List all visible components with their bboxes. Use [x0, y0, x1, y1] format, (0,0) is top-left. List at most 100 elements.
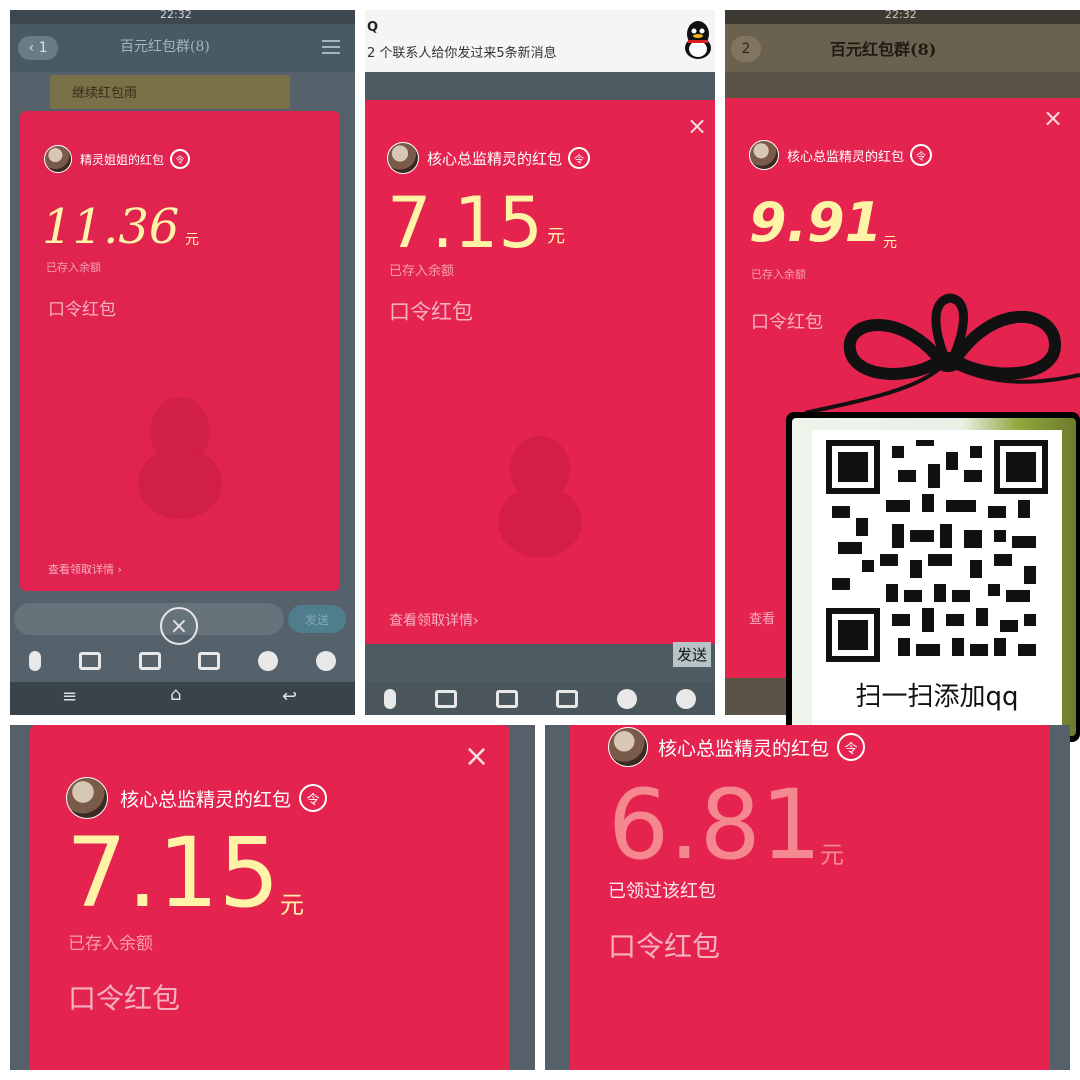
ling-icon: 令 — [837, 733, 866, 761]
status-bar: 22:32 — [10, 10, 355, 24]
close-icon[interactable]: × — [160, 607, 198, 645]
packet-type: 口令红包 — [48, 300, 116, 320]
back-button[interactable]: ‹ 1 — [18, 36, 58, 60]
sender-avatar — [749, 140, 779, 170]
chevron-right-icon: › — [473, 613, 479, 629]
chat-title: 百元红包群(8) — [830, 40, 937, 59]
camera-icon[interactable] — [138, 652, 161, 670]
red-packet-icon[interactable] — [556, 689, 579, 708]
sender-row: 核心总监精灵的红包 令 — [387, 142, 591, 174]
sender-row: 核心总监精灵的红包 令 — [608, 727, 866, 767]
qq-logo-icon — [685, 21, 711, 59]
ling-icon: 令 — [568, 147, 591, 169]
bow-icon — [805, 293, 1080, 415]
chevron-right-icon: › — [117, 563, 122, 576]
back-icon: ‹ — [28, 40, 39, 56]
close-icon[interactable]: × — [1043, 104, 1063, 132]
status-bar-time: 22:32 — [160, 10, 192, 21]
view-details-link[interactable]: 查看领取详情› — [389, 610, 479, 630]
amount-status: 已存入余额 — [389, 264, 455, 279]
amount-value: 6.81 — [608, 769, 822, 881]
plus-icon[interactable] — [316, 651, 337, 671]
ling-icon: 令 — [910, 144, 933, 166]
sender-row: 核心总监精灵的红包 令 — [749, 140, 933, 170]
unread-badge: 1 — [38, 40, 48, 56]
sender-avatar — [66, 777, 108, 819]
sender-avatar — [387, 142, 419, 174]
chat-title: 百元红包群(8) — [120, 39, 210, 55]
amount-unit: 元 — [547, 226, 565, 247]
mic-icon[interactable] — [28, 651, 41, 671]
ling-icon: 令 — [299, 784, 328, 812]
screenshot-panel-2: Q 2 个联系人给你发过来5条新消息 × 核心总监精灵的红包 令 7.15 元 … — [365, 10, 715, 715]
packet-type: 口令红包 — [608, 930, 721, 963]
amount-unit: 元 — [883, 235, 897, 251]
close-icon[interactable]: × — [464, 739, 489, 774]
packet-type: 口令红包 — [389, 300, 473, 324]
sender-name: 核心总监精灵的红包 — [787, 149, 905, 165]
image-icon[interactable] — [434, 689, 457, 708]
notification-app: Q — [367, 20, 379, 35]
amount-value: 11.36 — [42, 199, 180, 255]
status-bar: 22:32 — [725, 10, 1080, 24]
qr-code-panel: 扫一扫添加qq — [812, 430, 1062, 726]
plus-icon[interactable] — [675, 688, 696, 709]
sender-name: 精灵姐姐的红包 — [80, 152, 165, 167]
red-packet-card: 核心总监精灵的红包 令 6.81 元 已领过该红包 口令红包 — [570, 725, 1050, 1070]
amount-unit: 元 — [820, 841, 844, 869]
notification-bar: Q 2 个联系人给你发过来5条新消息 — [365, 10, 715, 72]
amount-unit: 元 — [185, 232, 199, 248]
unread-badge: 2 — [741, 41, 751, 57]
view-details-link[interactable]: 查看领取详情 › — [48, 561, 122, 577]
sender-name: 核心总监精灵的红包 — [658, 737, 830, 760]
sender-name: 核心总监精灵的红包 — [427, 149, 563, 168]
screenshot-panel-5: 核心总监精灵的红包 令 6.81 元 已领过该红包 口令红包 — [545, 725, 1070, 1070]
mic-icon[interactable] — [384, 688, 397, 709]
qr-code-card: 扫一扫添加qq — [786, 412, 1080, 742]
sender-avatar — [608, 727, 648, 767]
chat-title-bar: 2 百元红包群(8) — [725, 24, 1080, 72]
back-nav-icon[interactable]: ↩ — [282, 686, 297, 707]
status-bar-time: 22:32 — [885, 10, 917, 21]
amount-status: 已存入余额 — [46, 261, 101, 274]
qr-code-icon — [826, 440, 1048, 662]
view-details-link[interactable]: 查看 — [749, 608, 775, 627]
amount-value: 7.15 — [387, 182, 543, 264]
amount-unit: 元 — [280, 891, 304, 919]
qr-caption: 扫一扫添加qq — [855, 682, 1019, 712]
notification-text: 2 个联系人给你发过来5条新消息 — [367, 46, 557, 61]
camera-icon[interactable] — [495, 689, 518, 708]
message-input[interactable] — [14, 603, 284, 635]
red-packet-card: 精灵姐姐的红包 令 11.36 元 已存入余额 口令红包 查看领取详情 › — [20, 111, 340, 591]
chat-banner: 继续红包雨 — [50, 75, 290, 109]
chat-title-bar: ‹ 1 百元红包群(8) — [10, 24, 355, 72]
send-button[interactable]: 发送 — [288, 605, 346, 633]
red-packet-card: × 核心总监精灵的红包 令 7.15 元 已存入余额 口令红包 查看领取详情› — [365, 100, 715, 644]
system-nav-bar: ≡ ⌂ ↩ — [10, 682, 355, 715]
penguin-icon — [138, 397, 222, 519]
emoji-icon[interactable] — [258, 651, 279, 671]
sender-avatar — [44, 145, 72, 173]
amount-status: 已存入余额 — [68, 934, 153, 954]
send-button[interactable]: 发送 — [673, 642, 712, 667]
sender-row: 精灵姐姐的红包 令 — [44, 145, 191, 173]
image-icon[interactable] — [78, 652, 101, 670]
amount-value: 7.15 — [66, 817, 280, 929]
chat-toolbar — [365, 682, 715, 715]
menu-nav-icon[interactable]: ≡ — [62, 686, 77, 707]
home-icon[interactable]: ⌂ — [170, 684, 181, 705]
amount-status: 已领过该红包 — [608, 881, 716, 902]
ling-icon: 令 — [170, 149, 191, 169]
screenshot-panel-4: × 核心总监精灵的红包 令 7.15 元 已存入余额 口令红包 — [10, 725, 535, 1070]
menu-icon[interactable] — [322, 40, 340, 54]
back-button[interactable]: 2 — [731, 36, 761, 62]
penguin-icon — [498, 436, 582, 558]
packet-type: 口令红包 — [68, 982, 181, 1015]
emoji-icon[interactable] — [616, 688, 637, 709]
close-icon[interactable]: × — [687, 112, 707, 140]
screenshot-panel-1: 22:32 ‹ 1 百元红包群(8) 继续红包雨 精灵姐姐的红包 令 11.36… — [10, 10, 355, 715]
chat-toolbar — [10, 646, 355, 676]
red-packet-icon[interactable] — [198, 652, 221, 670]
sender-name: 核心总监精灵的红包 — [120, 788, 292, 811]
red-packet-card: × 核心总监精灵的红包 令 7.15 元 已存入余额 口令红包 — [30, 725, 510, 1070]
